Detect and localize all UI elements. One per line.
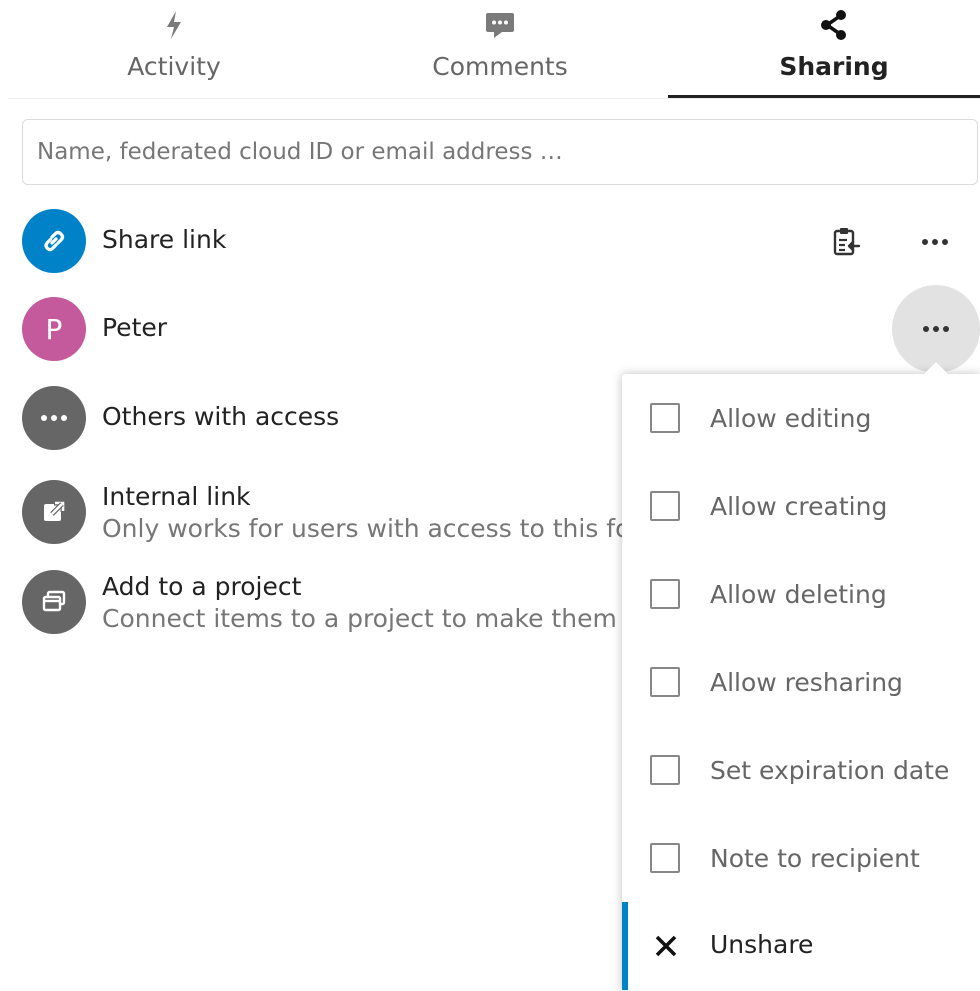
menu-item-label: Allow deleting (710, 580, 887, 609)
menu-item-label: Note to recipient (710, 844, 920, 873)
menu-item-set-expiration-date[interactable]: Set expiration date (622, 726, 980, 814)
checkbox[interactable] (650, 667, 680, 697)
more-icon (922, 239, 948, 245)
close-icon (655, 935, 677, 957)
clipboard-icon (833, 228, 861, 256)
tab-label: Sharing (779, 52, 889, 81)
menu-item-allow-creating[interactable]: Allow creating (622, 462, 980, 550)
menu-item-label: Allow creating (710, 492, 888, 521)
menu-item-unshare[interactable]: Unshare (622, 902, 980, 990)
menu-item-label: Allow resharing (710, 668, 903, 697)
add-to-project-row[interactable]: Add to a project Connect items to a proj… (22, 570, 622, 640)
internal-link-subtitle: Only works for users with access to this… (102, 514, 622, 543)
link-icon (22, 209, 86, 273)
menu-item-note-to-recipient[interactable]: Note to recipient (622, 814, 980, 902)
add-to-project-label: Add to a project (102, 572, 302, 601)
menu-item-label: Set expiration date (710, 756, 950, 785)
tab-comments[interactable]: Comments (334, 0, 666, 98)
project-icon (22, 570, 86, 634)
menu-arrow (922, 362, 950, 376)
more-icon (22, 386, 86, 450)
checkbox[interactable] (650, 755, 680, 785)
internal-link-row[interactable]: Internal link Only works for users with … (22, 480, 622, 550)
sidebar-tabs: Activity Comments Sharing (8, 0, 980, 99)
checkbox[interactable] (650, 843, 680, 873)
share-icon (668, 8, 980, 42)
copy-link-button[interactable] (817, 213, 875, 271)
more-icon (923, 326, 949, 332)
checkbox[interactable] (650, 579, 680, 609)
checkbox[interactable] (650, 491, 680, 521)
comment-icon (334, 8, 666, 42)
share-options-menu: Allow editing Allow creating Allow delet… (622, 374, 980, 991)
share-user-row: P Peter (22, 285, 980, 373)
tab-sharing[interactable]: Sharing (668, 0, 980, 98)
share-link-label: Share link (102, 225, 227, 254)
checkbox[interactable] (650, 403, 680, 433)
share-user-more-button[interactable] (892, 285, 980, 373)
menu-item-allow-deleting[interactable]: Allow deleting (622, 550, 980, 638)
share-link-more-button[interactable] (906, 213, 964, 271)
external-link-icon (22, 480, 86, 544)
share-search-input[interactable] (22, 119, 978, 185)
share-link-row: Share link (22, 209, 980, 279)
others-with-access-label: Others with access (102, 402, 340, 431)
share-user-label: Peter (102, 313, 168, 342)
menu-item-allow-editing[interactable]: Allow editing (622, 374, 980, 462)
tab-label: Activity (127, 52, 221, 81)
menu-item-allow-resharing[interactable]: Allow resharing (622, 638, 980, 726)
active-indicator (622, 902, 628, 990)
menu-item-label: Allow editing (710, 404, 872, 433)
avatar: P (22, 297, 86, 361)
lightning-icon (8, 8, 340, 42)
internal-link-label: Internal link (102, 482, 251, 511)
add-to-project-subtitle: Connect items to a project to make them … (102, 604, 622, 633)
tab-label: Comments (432, 52, 568, 81)
tab-activity[interactable]: Activity (8, 0, 340, 98)
menu-item-label: Unshare (710, 930, 814, 959)
